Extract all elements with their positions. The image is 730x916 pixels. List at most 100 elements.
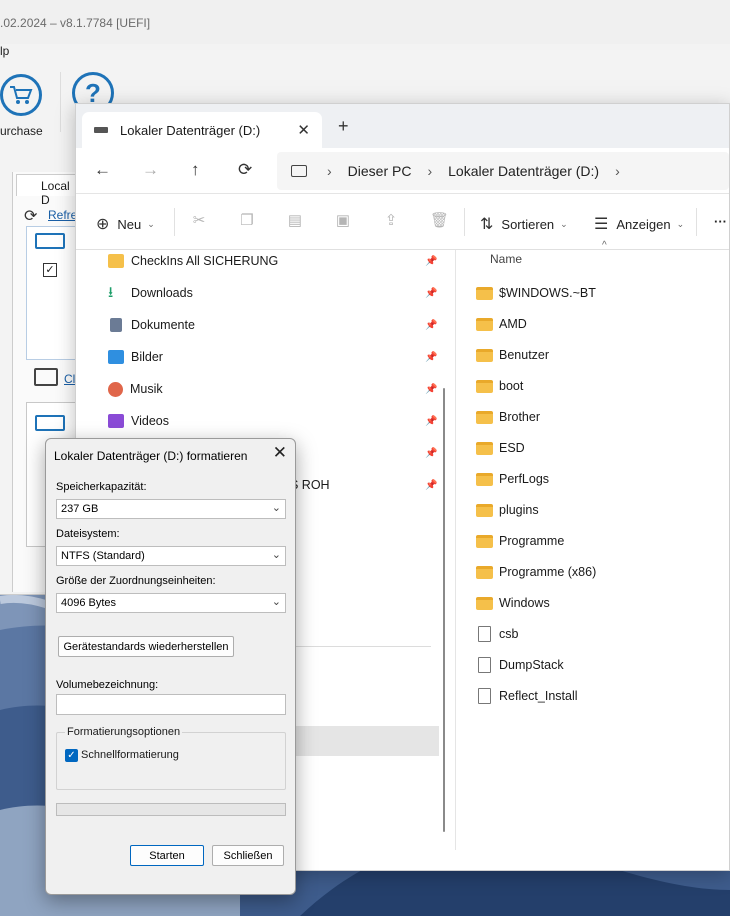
pane-divider[interactable] [455, 250, 456, 850]
breadcrumb[interactable]: › Dieser PC › Lokaler Datenträger (D:) › [277, 152, 729, 190]
pin-icon[interactable]: 📌 [425, 384, 437, 395]
file-row-file[interactable]: csb [476, 623, 518, 645]
divider [696, 208, 697, 236]
tab-local-disks[interactable]: Local D [16, 174, 78, 207]
chevron-right-icon: › [327, 163, 332, 179]
pin-icon[interactable]: 📌 [425, 480, 437, 491]
volume-input[interactable] [56, 694, 286, 715]
restore-defaults-button[interactable]: Gerätestandards wiederherstellen [58, 636, 234, 657]
back-arrow-icon[interactable]: ← [94, 160, 111, 180]
disk-box-1: ✓ [26, 226, 82, 360]
file-name: Benutzer [499, 348, 550, 362]
view-button[interactable]: ☰ Anzeigen ⌄ [594, 214, 684, 234]
nav-label: Videos [131, 414, 169, 428]
close-button[interactable]: Schließen [212, 845, 284, 866]
file-row-folder[interactable]: Programme (x86) [476, 561, 596, 583]
capacity-select[interactable]: 237 GB ⌄ [56, 499, 286, 519]
allocation-value: 4096 Bytes [61, 597, 117, 609]
file-row-folder[interactable]: AMD [476, 313, 527, 335]
nav-item-music[interactable]: Musik [108, 378, 163, 400]
nav-scrollbar[interactable] [443, 388, 445, 832]
pin-icon[interactable]: 📌 [425, 416, 437, 427]
forward-arrow-icon[interactable]: → [142, 160, 159, 180]
document-icon [110, 318, 122, 332]
nav-item-downloads[interactable]: ⭳ Downloads [108, 282, 193, 304]
file-row-folder[interactable]: plugins [476, 499, 539, 521]
new-tab-button[interactable]: + [338, 116, 349, 137]
nav-item-videos[interactable]: Videos [108, 410, 169, 432]
disk-checkbox[interactable]: ✓ [43, 263, 57, 277]
allocation-label: Größe der Zuordnungseinheiten: [56, 575, 216, 587]
cut-icon[interactable]: ✂ [190, 211, 208, 229]
file-name: Reflect_Install [499, 689, 578, 703]
dialog-close-icon[interactable]: ✕ [273, 443, 287, 463]
file-row-folder[interactable]: Programme [476, 530, 564, 552]
new-button[interactable]: ⊕ Neu ⌄ [96, 214, 155, 234]
pin-icon[interactable]: 📌 [425, 352, 437, 363]
format-options-group: Formatierungsoptionen ✓ Schnellformatier… [56, 726, 286, 790]
pin-icon[interactable]: 📌 [425, 320, 437, 331]
nav-item-pictures[interactable]: Bilder [108, 346, 163, 368]
delete-icon[interactable]: 🗑 [430, 211, 449, 229]
more-options-icon[interactable]: ··· [714, 214, 727, 229]
file-row-folder[interactable]: $WINDOWS.~BT [476, 282, 596, 304]
column-header-name[interactable]: Name [490, 252, 522, 266]
paste-icon[interactable]: ▤ [286, 211, 304, 229]
file-row-folder[interactable]: Benutzer [476, 344, 549, 366]
tab-title: Lokaler Datenträger (D:) [120, 122, 261, 138]
up-arrow-icon[interactable]: ↑ [191, 160, 200, 180]
allocation-select[interactable]: 4096 Bytes ⌄ [56, 593, 286, 613]
cl-link[interactable]: Cl [64, 372, 75, 386]
file-row-folder[interactable]: Brother [476, 406, 540, 428]
nav-selected-item[interactable] [284, 726, 439, 756]
nav-label: Dokumente [131, 318, 195, 332]
breadcrumb-this-pc[interactable]: Dieser PC [348, 163, 412, 179]
chevron-down-icon: ⌄ [271, 502, 281, 514]
file-row-folder[interactable]: PerfLogs [476, 468, 549, 490]
menu-help[interactable]: lp [0, 44, 730, 66]
share-icon[interactable]: ⇪ [382, 211, 400, 229]
nav-item-checkins[interactable]: CheckIns All SICHERUNG [108, 250, 278, 272]
refresh-icon[interactable]: ⟳ [24, 206, 37, 226]
cart-icon[interactable] [0, 74, 42, 116]
filesystem-select[interactable]: NTFS (Standard) ⌄ [56, 546, 286, 566]
drive-icon-2 [34, 368, 58, 386]
breadcrumb-local-disk[interactable]: Lokaler Datenträger (D:) [448, 163, 599, 179]
folder-icon [108, 254, 124, 268]
file-icon [478, 688, 491, 704]
file-name: plugins [499, 503, 539, 517]
file-row-folder[interactable]: Windows [476, 592, 550, 614]
pin-icon[interactable]: 📌 [425, 448, 437, 459]
purchase-label[interactable]: urchase [0, 124, 43, 138]
tab-local-disk-d[interactable]: Lokaler Datenträger (D:) ✕ [82, 112, 322, 148]
nav-label: Bilder [131, 350, 163, 364]
file-name: boot [499, 379, 524, 393]
folder-icon [476, 379, 493, 393]
nav-item-documents[interactable]: Dokumente [108, 314, 195, 336]
chevron-down-icon: ⌄ [271, 549, 281, 561]
drive-icon [35, 233, 65, 249]
rename-icon[interactable]: ▣ [334, 211, 352, 229]
folder-icon [476, 441, 493, 455]
chevron-down-icon: ⌄ [147, 218, 155, 229]
file-row-file[interactable]: DumpStack [476, 654, 564, 676]
copy-icon[interactable]: ❐ [238, 211, 256, 229]
start-button[interactable]: Starten [130, 845, 204, 866]
file-row-folder[interactable]: ESD [476, 437, 525, 459]
refresh-icon[interactable]: ⟳ [238, 160, 252, 180]
divider [174, 208, 175, 236]
quick-format-checkbox[interactable]: ✓ [65, 749, 78, 762]
folder-icon [476, 348, 493, 362]
computer-icon [291, 165, 307, 177]
sort-button[interactable]: ⇅ Sortieren ⌄ [480, 214, 568, 234]
pin-icon[interactable]: 📌 [425, 288, 437, 299]
tab-close-icon[interactable]: ✕ [297, 121, 310, 139]
nav-label: Musik [130, 382, 163, 396]
pin-icon[interactable]: 📌 [425, 256, 437, 267]
tab-bar: Lokaler Datenträger (D:) ✕ + [76, 104, 729, 148]
format-progress-bar [56, 803, 286, 816]
file-row-file[interactable]: Reflect_Install [476, 685, 578, 707]
quick-format-label[interactable]: Schnellformatierung [81, 749, 179, 761]
file-row-folder[interactable]: boot [476, 375, 523, 397]
file-name: ESD [499, 441, 525, 455]
